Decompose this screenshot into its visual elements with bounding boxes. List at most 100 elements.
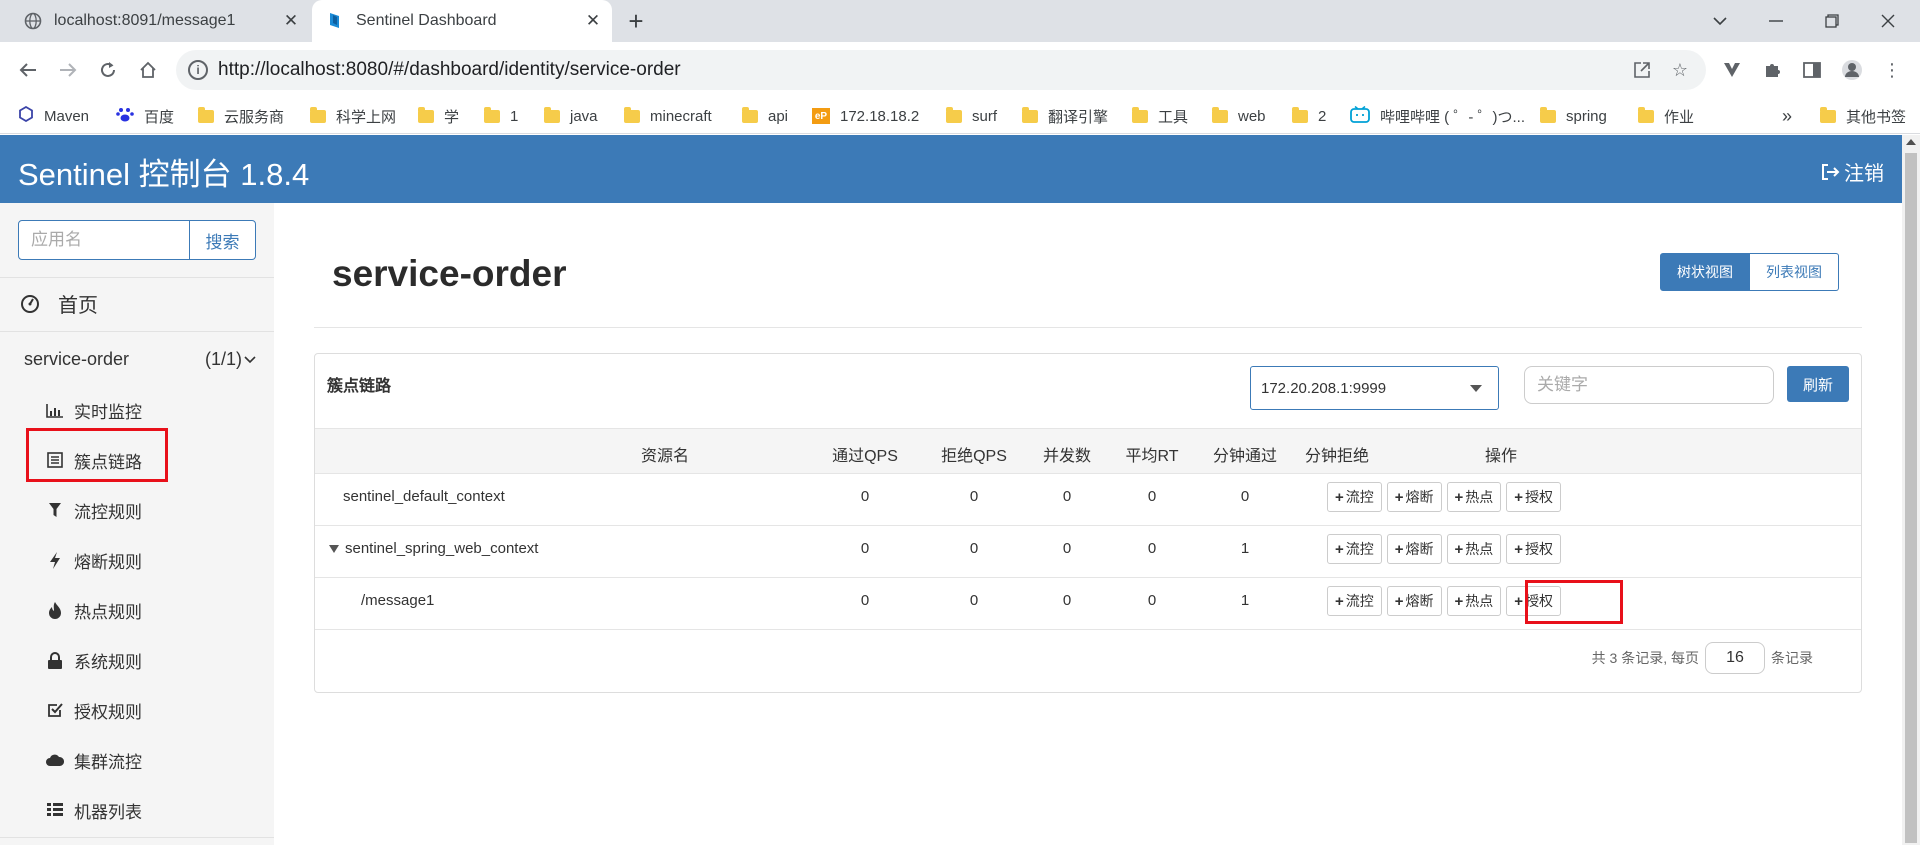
page-size-input[interactable]: 16 [1705, 642, 1765, 674]
folder-icon [544, 106, 560, 123]
bookmark-ep[interactable]: eP 172.18.18.2 [812, 98, 919, 134]
sidebar-item-hotspot-rules[interactable]: 热点规则 [46, 595, 142, 625]
lock-icon [46, 651, 64, 669]
sidepanel-icon[interactable] [1796, 54, 1828, 86]
bookmark-folder[interactable]: 工具 [1132, 98, 1188, 134]
authority-rule-button[interactable]: + 授权 [1506, 482, 1562, 512]
browser-tab-message1[interactable]: localhost:8091/message1 ✕ [10, 0, 310, 42]
flow-rule-button[interactable]: + 流控 [1327, 534, 1382, 564]
bookmark-folder[interactable]: 1 [484, 98, 518, 134]
block-qps: 0 [969, 592, 979, 609]
search-button[interactable]: 搜索 [190, 220, 256, 260]
forward-icon[interactable] [52, 54, 84, 86]
share-icon[interactable] [1630, 58, 1654, 82]
logout-label: 注销 [1844, 163, 1884, 185]
hotspot-rule-button[interactable]: + 热点 [1446, 586, 1502, 616]
vee-extension-icon[interactable] [1716, 54, 1748, 86]
star-icon[interactable]: ☆ [1668, 58, 1692, 82]
close-window-icon[interactable] [1860, 0, 1916, 42]
restore-icon[interactable] [1804, 0, 1860, 42]
bookmark-label: web [1238, 107, 1266, 125]
bookmark-bilibili[interactable]: 哔哩哔哩 ( ゜- ゜)つ... [1350, 98, 1525, 134]
op-label: 授权 [1525, 489, 1554, 505]
tree-view-button[interactable]: 树状视图 [1660, 253, 1750, 291]
flow-rule-button[interactable]: + 流控 [1327, 586, 1382, 616]
bookmark-folder[interactable]: 2 [1292, 98, 1326, 134]
close-tab-icon[interactable]: ✕ [582, 10, 604, 32]
plus-icon: + [1335, 488, 1344, 506]
bookmark-folder[interactable]: java [544, 98, 598, 134]
column-header: 资源名 [640, 448, 689, 465]
minimize-icon[interactable] [1748, 0, 1804, 42]
profile-avatar-icon[interactable] [1836, 54, 1868, 86]
bookmark-folder[interactable]: web [1212, 98, 1266, 134]
bookmark-folder[interactable]: 科学上网 [310, 98, 396, 134]
logout-link[interactable]: 注销 [1820, 157, 1884, 186]
hotspot-rule-button[interactable]: + 热点 [1446, 482, 1502, 512]
app-search-input[interactable] [18, 220, 190, 260]
hexagon-icon [18, 105, 34, 126]
scroll-up-arrow-icon[interactable] [1906, 139, 1916, 145]
bookmark-label: 其他书签 [1846, 108, 1907, 126]
degrade-rule-button[interactable]: + 熔断 [1386, 586, 1442, 616]
authority-rule-button[interactable]: + 授权 [1506, 534, 1562, 564]
keyword-input[interactable] [1524, 366, 1774, 404]
tab-search-chevron-icon[interactable] [1692, 0, 1748, 42]
flow-rule-button[interactable]: + 流控 [1327, 482, 1382, 512]
sidebar-item-system-rules[interactable]: 系统规则 [46, 645, 142, 675]
list-view-button[interactable]: 列表视图 [1750, 253, 1839, 291]
page-scrollbar[interactable] [1902, 135, 1920, 845]
bookmark-folder[interactable]: 作业 [1638, 98, 1694, 134]
app-header: Sentinel 控制台 1.8.4 注销 [0, 135, 1902, 203]
bookmark-folder[interactable]: 云服务商 [198, 98, 284, 134]
folder-icon [1212, 106, 1228, 123]
bookmark-label: 工具 [1158, 108, 1189, 126]
bookmark-label: minecraft [650, 107, 712, 125]
thread-count: 0 [1062, 592, 1072, 609]
sidebar-item-machine-list[interactable]: 机器列表 [46, 795, 142, 825]
avg-rt: 0 [1147, 488, 1157, 505]
sidebar-item-degrade-rules[interactable]: 熔断规则 [46, 545, 142, 575]
scrollbar-thumb[interactable] [1905, 153, 1917, 843]
pass-qps: 0 [860, 592, 870, 609]
reload-icon[interactable] [92, 54, 124, 86]
folder-icon [1132, 106, 1148, 123]
bookmark-maven[interactable]: Maven [18, 98, 89, 134]
bookmark-baidu[interactable]: 百度 [116, 98, 174, 134]
refresh-button[interactable]: 刷新 [1787, 366, 1849, 402]
new-tab-button[interactable]: + [622, 6, 650, 36]
address-bar[interactable]: i http://localhost:8080/#/dashboard/iden… [176, 50, 1706, 90]
close-tab-icon[interactable]: ✕ [280, 10, 302, 32]
browser-tab-sentinel[interactable]: Sentinel Dashboard ✕ [312, 0, 612, 42]
hotspot-rule-button[interactable]: + 热点 [1446, 534, 1502, 564]
main-content: service-order 树状视图 列表视图 簇点链路 172.20.208.… [274, 203, 1902, 845]
machine-select[interactable]: 172.20.208.1:9999 [1250, 366, 1499, 410]
other-bookmarks[interactable]: 其他书签 [1820, 98, 1906, 134]
sidebar-item-authority-rules[interactable]: 授权规则 [46, 695, 142, 725]
tree-collapse-icon[interactable] [329, 545, 339, 554]
dashboard-icon [20, 294, 40, 314]
sidebar-item-home[interactable]: 首页 [20, 289, 98, 318]
bookmarks-overflow-button[interactable]: » [1782, 98, 1792, 134]
info-icon[interactable]: i [188, 60, 208, 80]
bookmark-folder[interactable]: 翻译引擎 [1022, 98, 1108, 134]
bookmark-folder[interactable]: api [742, 98, 788, 134]
puzzle-extension-icon[interactable] [1756, 54, 1788, 86]
back-icon[interactable] [12, 54, 44, 86]
sidebar-item-realtime-monitor[interactable]: 实时监控 [46, 395, 142, 425]
degrade-rule-button[interactable]: + 熔断 [1386, 534, 1442, 564]
bookmark-folder[interactable]: 学 [418, 98, 459, 134]
resource-name[interactable]: sentinel_spring_web_context [329, 540, 538, 557]
bookmark-label: 1 [510, 107, 519, 125]
bookmark-folder[interactable]: spring [1540, 98, 1607, 134]
sidebar-item-flow-rules[interactable]: 流控规则 [46, 495, 142, 525]
bookmark-folder[interactable]: surf [946, 98, 997, 134]
home-icon[interactable] [132, 54, 164, 86]
sidebar-app-service-order[interactable]: service-order (1/1) [24, 349, 256, 370]
bookmark-folder[interactable]: minecraft [624, 98, 712, 134]
sidebar-item-cluster-flow[interactable]: 集群流控 [46, 745, 142, 775]
app-title: Sentinel 控制台 1.8.4 [18, 157, 310, 192]
menu-kebab-icon[interactable]: ⋮ [1876, 54, 1908, 86]
degrade-rule-button[interactable]: + 熔断 [1386, 482, 1442, 512]
menu-label: 系统规则 [74, 652, 142, 672]
